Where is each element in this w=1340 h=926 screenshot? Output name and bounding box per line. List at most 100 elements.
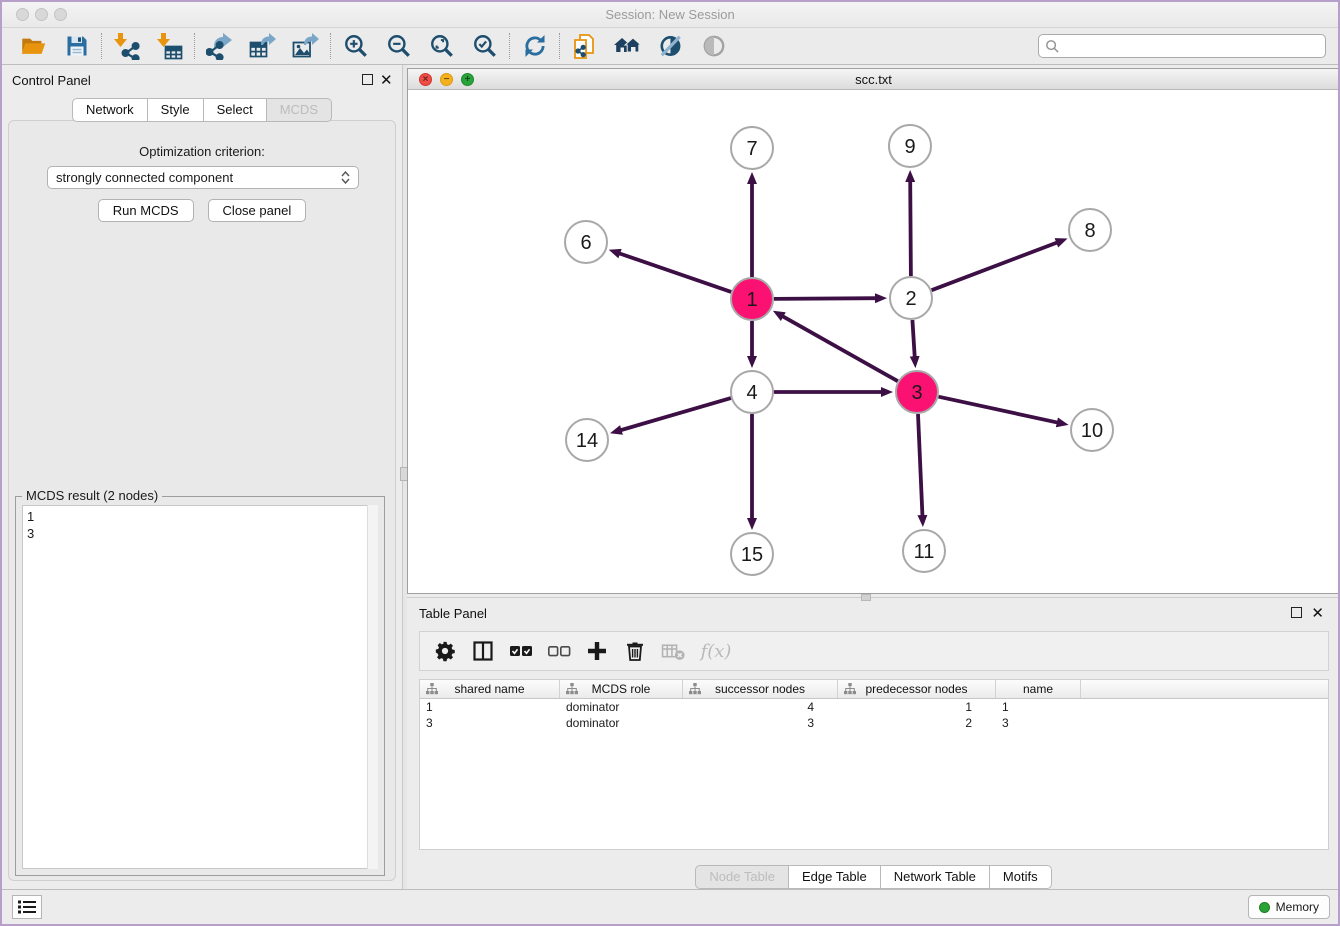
edge-1-6[interactable] <box>618 253 731 292</box>
tab-select[interactable]: Select <box>204 98 267 122</box>
hide-graphics-details-button[interactable] <box>649 31 692 61</box>
node-label-11: 11 <box>914 541 935 563</box>
edge-3-1[interactable] <box>782 316 898 382</box>
column-type-icon <box>426 683 438 695</box>
column-header-MCDS-role[interactable]: MCDS role <box>560 680 683 698</box>
table-cell[interactable]: 1 <box>838 699 996 715</box>
table-row[interactable]: 1dominator411 <box>420 699 1328 715</box>
zoom-fit-button[interactable] <box>420 31 463 61</box>
table-cell[interactable]: 1 <box>420 699 560 715</box>
select-all-button[interactable] <box>504 636 538 666</box>
status-bar: Memory <box>2 889 1338 924</box>
close-panel-button[interactable]: Close panel <box>208 199 307 222</box>
node-label-14: 14 <box>576 430 598 452</box>
export-image-button[interactable] <box>284 31 327 61</box>
table-cell[interactable]: 3 <box>420 715 560 731</box>
tab-mcds[interactable]: MCDS <box>267 98 332 122</box>
result-scrollbar[interactable] <box>367 505 378 869</box>
node-table: shared nameMCDS rolesuccessor nodesprede… <box>419 679 1329 850</box>
table-body: 1dominator4113dominator323 <box>420 699 1328 731</box>
delete-table-button[interactable] <box>656 636 690 666</box>
table-cell[interactable]: 2 <box>838 715 996 731</box>
control-panel-tabs: NetworkStyleSelectMCDS <box>2 98 402 122</box>
zoom-out-button[interactable] <box>377 31 420 61</box>
memory-label: Memory <box>1276 900 1319 914</box>
export-network-button[interactable] <box>198 31 241 61</box>
tab-network-table[interactable]: Network Table <box>881 865 990 889</box>
export-table-button[interactable] <box>241 31 284 61</box>
column-header-shared-name[interactable]: shared name <box>420 680 560 698</box>
column-settings-button[interactable] <box>428 636 462 666</box>
tab-motifs[interactable]: Motifs <box>990 865 1052 889</box>
close-table-panel-icon[interactable]: ✕ <box>1311 604 1324 622</box>
column-header-name[interactable]: name <box>996 680 1081 698</box>
birds-eye-icon <box>701 33 727 59</box>
function-builder-button[interactable]: f(x) <box>694 636 738 666</box>
tab-node-table[interactable]: Node Table <box>695 865 789 889</box>
criterion-value: strongly connected component <box>56 170 233 185</box>
network-window-titlebar: × − + scc.txt <box>408 69 1339 90</box>
float-table-panel-icon[interactable] <box>1291 607 1302 618</box>
toolbar-separator <box>559 33 560 59</box>
search-icon <box>1045 39 1060 54</box>
table-panel-title: Table Panel <box>419 606 487 621</box>
table-panel: Table Panel ✕ <box>407 597 1340 893</box>
import-table-button[interactable] <box>148 31 191 61</box>
network-canvas[interactable]: 7968124314101511 <box>408 90 1339 593</box>
table-cell[interactable]: 3 <box>996 715 1081 731</box>
window-titlebar: Session: New Session <box>2 2 1338 28</box>
search-input[interactable] <box>1064 39 1325 54</box>
birds-eye-view-button[interactable] <box>692 31 735 61</box>
import-table-icon <box>156 33 183 60</box>
network-graph[interactable]: 7968124314101511 <box>408 90 1339 593</box>
search-field[interactable] <box>1038 34 1326 58</box>
export-table-icon <box>249 33 276 60</box>
column-header-successor-nodes[interactable]: successor nodes <box>683 680 838 698</box>
zoom-fit-icon <box>429 33 455 59</box>
delete-row-button[interactable] <box>618 636 652 666</box>
table-cell[interactable]: 1 <box>996 699 1081 715</box>
zoom-out-icon <box>386 33 412 59</box>
edge-3-11[interactable] <box>918 414 923 517</box>
import-network-button[interactable] <box>105 31 148 61</box>
edge-2-9[interactable] <box>910 180 911 276</box>
table-cell[interactable]: 3 <box>683 715 838 731</box>
zoom-selected-icon <box>472 33 498 59</box>
column-header-predecessor-nodes[interactable]: predecessor nodes <box>838 680 996 698</box>
edge-2-8[interactable] <box>932 242 1059 290</box>
add-row-button[interactable] <box>580 636 614 666</box>
edge-2-3[interactable] <box>912 320 914 358</box>
float-panel-icon[interactable] <box>362 74 373 85</box>
zoom-in-button[interactable] <box>334 31 377 61</box>
deselect-all-button[interactable] <box>542 636 576 666</box>
tab-style[interactable]: Style <box>148 98 204 122</box>
edge-4-14[interactable] <box>620 398 731 430</box>
table-cell[interactable]: dominator <box>560 699 683 715</box>
edge-3-10[interactable] <box>939 397 1059 423</box>
tab-network[interactable]: Network <box>72 98 148 122</box>
session-home-button[interactable] <box>606 31 649 61</box>
network-view-window: × − + scc.txt 7968124314101511 <box>407 68 1340 594</box>
mcds-result-list[interactable]: 1 3 <box>22 505 378 869</box>
run-mcds-button[interactable]: Run MCDS <box>98 199 194 222</box>
close-panel-icon[interactable]: ✕ <box>380 71 393 89</box>
open-session-button[interactable] <box>12 31 55 61</box>
save-floppy-icon <box>65 34 89 58</box>
apply-layout-button[interactable] <box>513 31 556 61</box>
application-window: Session: New Session <box>0 0 1340 926</box>
memory-button[interactable]: Memory <box>1248 895 1330 919</box>
table-row[interactable]: 3dominator323 <box>420 715 1328 731</box>
zoom-selected-button[interactable] <box>463 31 506 61</box>
table-cell[interactable]: 4 <box>683 699 838 715</box>
save-session-button[interactable] <box>55 31 98 61</box>
edge-1-2[interactable] <box>774 298 877 299</box>
open-folder-icon <box>20 33 47 60</box>
criterion-select[interactable]: strongly connected component <box>47 166 359 189</box>
column-type-icon <box>689 683 701 695</box>
tab-edge-table[interactable]: Edge Table <box>789 865 881 889</box>
toggle-columns-button[interactable] <box>466 636 500 666</box>
table-cell[interactable]: dominator <box>560 715 683 731</box>
show-panels-button[interactable] <box>12 895 42 919</box>
duplicate-network-button[interactable] <box>563 31 606 61</box>
table-panel-tabs: Node TableEdge TableNetwork TableMotifs <box>407 865 1340 889</box>
